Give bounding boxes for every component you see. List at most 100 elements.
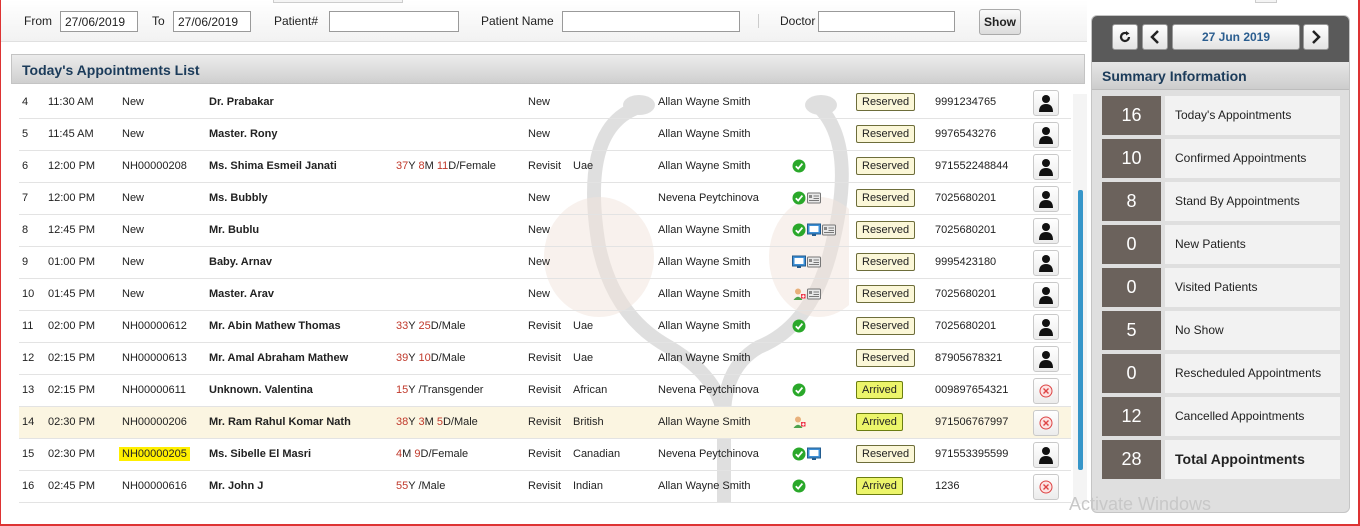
patient-mrn[interactable]: NH00000206 bbox=[122, 416, 187, 428]
patient-name[interactable]: Mr. Abin Mathew Thomas bbox=[209, 320, 341, 332]
summary-count: 0 bbox=[1102, 268, 1161, 307]
status-badge[interactable]: Arrived bbox=[856, 381, 903, 399]
status-badge[interactable]: Reserved bbox=[856, 445, 916, 463]
status-badge[interactable]: Reserved bbox=[856, 189, 916, 207]
patient-mrn[interactable]: New bbox=[122, 256, 144, 268]
summary-item[interactable]: 10 Confirmed Appointments bbox=[1102, 139, 1340, 178]
summary-item[interactable]: 0 Visited Patients bbox=[1102, 268, 1340, 307]
summary-title: Summary Information bbox=[1092, 62, 1349, 90]
table-row[interactable]: 7 12:00 PM New Ms. Bubbly New Nevena Peytchin… bbox=[19, 183, 1071, 215]
summary-count: 0 bbox=[1102, 354, 1161, 393]
summary-item[interactable]: 8 Stand By Appointments bbox=[1102, 182, 1340, 221]
patient-mrn[interactable]: New bbox=[122, 192, 144, 204]
status-badge[interactable]: Reserved bbox=[856, 253, 916, 271]
monitor-icon bbox=[807, 447, 821, 464]
summary-item[interactable]: 0 Rescheduled Appointments bbox=[1102, 354, 1340, 393]
current-date[interactable]: 27 Jun 2019 bbox=[1172, 24, 1300, 50]
table-row[interactable]: 15 02:30 PM NH00000205 Ms. Sibelle El Masri… bbox=[19, 439, 1071, 471]
row-action-button[interactable] bbox=[1033, 122, 1059, 148]
table-row[interactable]: 16 02:45 PM NH00000616 Mr. John J 55Y /Male R… bbox=[19, 471, 1071, 503]
patient-name[interactable]: Master. Rony bbox=[209, 128, 277, 140]
table-row[interactable]: 11 02:00 PM NH00000612 Mr. Abin Mathew Thom… bbox=[19, 311, 1071, 343]
patient-name-input[interactable] bbox=[562, 11, 740, 32]
prev-day-button[interactable] bbox=[1142, 24, 1168, 50]
row-action-button[interactable] bbox=[1033, 218, 1059, 244]
patient-name[interactable]: Unknown. Valentina bbox=[209, 384, 313, 396]
status-badge[interactable]: Reserved bbox=[856, 349, 916, 367]
doctor-input[interactable] bbox=[818, 11, 955, 32]
table-row[interactable]: 14 02:30 PM NH00000206 Mr. Ram Rahul Komar … bbox=[19, 407, 1071, 439]
list-scrollbar-thumb[interactable] bbox=[1078, 190, 1083, 470]
patient-name[interactable]: Ms. Shima Esmeil Janati bbox=[209, 160, 337, 172]
patient-mrn[interactable]: New bbox=[122, 128, 144, 140]
status-badge[interactable]: Reserved bbox=[856, 125, 916, 143]
patient-name[interactable]: Mr. Amal Abraham Mathew bbox=[209, 352, 348, 364]
table-row[interactable]: 8 12:45 PM New Mr. Bublu New Allan Wayne Smit… bbox=[19, 215, 1071, 247]
table-row[interactable]: 9 01:00 PM New Baby. Arnav New Allan Wayne Sm… bbox=[19, 247, 1071, 279]
row-action-button[interactable] bbox=[1033, 90, 1059, 116]
status-icons bbox=[792, 191, 821, 208]
summary-item[interactable]: 12 Cancelled Appointments bbox=[1102, 397, 1340, 436]
table-row[interactable]: 10 01:45 PM New Master. Arav New Allan Wayne … bbox=[19, 279, 1071, 311]
patient-mrn[interactable]: New bbox=[122, 288, 144, 300]
status-badge[interactable]: Reserved bbox=[856, 317, 916, 335]
summary-item[interactable]: 5 No Show bbox=[1102, 311, 1340, 350]
patient-mrn[interactable]: NH00000208 bbox=[122, 160, 187, 172]
status-badge[interactable]: Reserved bbox=[856, 93, 916, 111]
show-button[interactable]: Show bbox=[979, 9, 1021, 35]
status-badge[interactable]: Arrived bbox=[856, 413, 903, 431]
patient-mrn[interactable]: NH00000612 bbox=[122, 320, 187, 332]
table-row[interactable]: 13 02:15 PM NH00000611 Unknown. Valentina 15… bbox=[19, 375, 1071, 407]
appointment-time: 01:45 PM bbox=[48, 288, 96, 300]
from-date-input[interactable] bbox=[60, 11, 138, 32]
status-badge[interactable]: Reserved bbox=[856, 285, 916, 303]
next-day-button[interactable] bbox=[1303, 24, 1329, 50]
patient-name[interactable]: Mr. Ram Rahul Komar Nath bbox=[209, 416, 351, 428]
status-badge[interactable]: Reserved bbox=[856, 221, 916, 239]
nationality: Indian bbox=[573, 480, 603, 492]
table-row[interactable]: 5 11:45 AM New Master. Rony New Allan Wayne S… bbox=[19, 119, 1071, 151]
row-number: 16 bbox=[22, 480, 35, 492]
nurse-icon bbox=[792, 415, 806, 432]
patient-mrn[interactable]: NH00000613 bbox=[122, 352, 187, 364]
patient-mrn[interactable]: NH00000611 bbox=[122, 384, 186, 396]
summary-item[interactable]: 0 New Patients bbox=[1102, 225, 1340, 264]
row-action-button[interactable] bbox=[1033, 186, 1059, 212]
appointments-list-title: Today's Appointments List bbox=[11, 54, 1085, 84]
patient-name[interactable]: Dr. Prabakar bbox=[209, 96, 274, 108]
row-action-button[interactable] bbox=[1033, 346, 1059, 372]
patient-name[interactable]: Mr. John J bbox=[209, 480, 263, 492]
doctor-name: Nevena Peytchinova bbox=[658, 384, 759, 396]
status-badge[interactable]: Reserved bbox=[856, 157, 916, 175]
row-action-button[interactable] bbox=[1033, 378, 1059, 404]
patient-mrn[interactable]: NH00000616 bbox=[122, 480, 187, 492]
table-row[interactable]: 6 12:00 PM NH00000208 Ms. Shima Esmeil Jana… bbox=[19, 151, 1071, 183]
row-action-button[interactable] bbox=[1033, 314, 1059, 340]
patient-name[interactable]: Baby. Arnav bbox=[209, 256, 272, 268]
refresh-button[interactable] bbox=[1112, 24, 1138, 50]
phone-number: 9995423180 bbox=[935, 256, 997, 268]
table-row[interactable]: 12 02:15 PM NH00000613 Mr. Amal Abraham Mat… bbox=[19, 343, 1071, 375]
summary-item[interactable]: 28 Total Appointments bbox=[1102, 440, 1340, 479]
summary-item[interactable]: 16 Today's Appointments bbox=[1102, 96, 1340, 135]
patient-no-input[interactable] bbox=[329, 11, 459, 32]
patient-name[interactable]: Mr. Bublu bbox=[209, 224, 259, 236]
row-action-button[interactable] bbox=[1033, 250, 1059, 276]
patient-mrn[interactable]: NH00000205 bbox=[119, 447, 190, 461]
chevron-right-icon bbox=[1312, 30, 1321, 44]
row-action-button[interactable] bbox=[1033, 154, 1059, 180]
patient-mrn[interactable]: New bbox=[122, 96, 144, 108]
to-date-input[interactable] bbox=[173, 11, 251, 32]
row-action-button[interactable] bbox=[1033, 474, 1059, 500]
phone-number: 971506767997 bbox=[935, 416, 1009, 428]
row-action-button[interactable] bbox=[1033, 410, 1059, 436]
table-row[interactable]: 4 11:30 AM New Dr. Prabakar New Allan Wayne S… bbox=[19, 87, 1071, 119]
status-badge[interactable]: Arrived bbox=[856, 477, 903, 495]
doctor-label: Doctor bbox=[780, 14, 816, 28]
patient-name[interactable]: Ms. Sibelle El Masri bbox=[209, 448, 311, 460]
patient-mrn[interactable]: New bbox=[122, 224, 144, 236]
row-action-button[interactable] bbox=[1033, 282, 1059, 308]
row-action-button[interactable] bbox=[1033, 442, 1059, 468]
patient-name[interactable]: Ms. Bubbly bbox=[209, 192, 268, 204]
patient-name[interactable]: Master. Arav bbox=[209, 288, 274, 300]
